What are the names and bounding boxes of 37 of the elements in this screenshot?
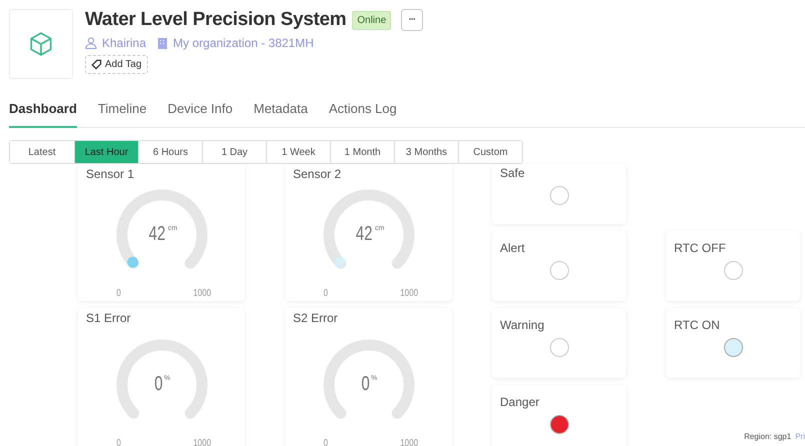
tab[interactable]: Timeline [98, 96, 147, 128]
cube-icon [28, 31, 54, 57]
gauge-max: 1000 [400, 288, 418, 299]
widget-title: RTC OFF [674, 241, 726, 255]
status-badge: Online [352, 10, 392, 30]
widget-title: Alert [500, 241, 525, 255]
range-button[interactable]: Custom [458, 141, 522, 163]
widget-title: Sensor 2 [293, 167, 342, 181]
gauge-min: 0 [116, 438, 120, 446]
tab[interactable]: Actions Log [328, 96, 397, 128]
widget-title: S1 Error [86, 311, 131, 325]
widget-title: RTC ON [674, 318, 720, 332]
tab[interactable]: Dashboard [9, 96, 77, 128]
device-title: Water Level Precision System [85, 9, 346, 31]
gauge-value: 0 [154, 373, 163, 396]
gauge-value: 0 [361, 373, 370, 396]
gauge-min: 0 [323, 288, 328, 299]
user-icon [85, 37, 97, 49]
gauge-max: 1000 [193, 438, 212, 446]
tag-icon [91, 59, 102, 70]
gauge-min: 0 [116, 288, 120, 299]
gauge-max: 1000 [193, 288, 212, 299]
gauge-value: 42 [355, 223, 372, 246]
gauge-max: 1000 [400, 438, 418, 446]
widget-title: Warning [500, 318, 544, 332]
range-button[interactable]: Last Hour [74, 141, 138, 163]
tab[interactable]: Device Info [168, 96, 233, 128]
gauge-value: 42 [148, 223, 166, 246]
tab[interactable]: Metadata [254, 96, 308, 128]
widget-title: S2 Error [293, 311, 338, 325]
region-label: Region: sgp1 [744, 432, 792, 442]
widget-title: Danger [500, 395, 540, 409]
widget-title: Safe [500, 166, 525, 180]
gauge-min: 0 [323, 438, 328, 446]
add-tag-button[interactable]: Add Tag [85, 55, 148, 74]
widget-title: Sensor 1 [86, 167, 134, 181]
building-icon [157, 37, 168, 49]
